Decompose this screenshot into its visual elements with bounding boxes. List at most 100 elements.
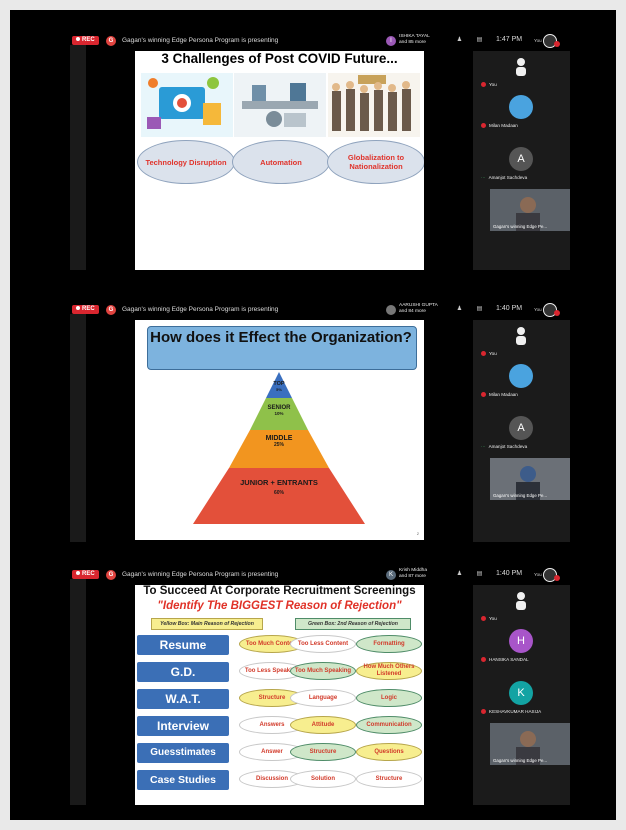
- rec-label: REC: [82, 37, 95, 43]
- row-label-interview: Interview: [137, 716, 229, 736]
- cell-guesstimates-2: Structure: [290, 743, 356, 761]
- slide-title: 3 Challenges of Post COVID Future...: [161, 51, 398, 66]
- presenting-banner: Gagan's winning Edge Persona Program is …: [122, 37, 279, 44]
- avatar: [509, 364, 533, 388]
- viewer-names: Krish Middha and 87 more: [399, 568, 427, 579]
- participant-name: Milan Madaan: [489, 392, 518, 397]
- tier-senior-label: SENIOR 10%: [254, 405, 304, 416]
- cell-wat-3: Logic: [356, 689, 422, 707]
- left-toolbar: [70, 314, 86, 542]
- presenter-video[interactable]: Gagan's winning Edge Pe...: [490, 723, 570, 765]
- rec-badge[interactable]: REC: [72, 305, 99, 314]
- participant-name: You: [489, 351, 497, 356]
- clock-time: 1:40 PM: [496, 305, 523, 312]
- technology-illustration: [141, 73, 233, 137]
- participant-name: KESHAVKUMAR HASIJA: [489, 709, 542, 714]
- more-icon: ···: [481, 444, 486, 449]
- meeting-panel-2: REC G Gagan's winning Edge Persona Progr…: [70, 302, 570, 542]
- mic-off-icon: [481, 392, 486, 398]
- chat-icon[interactable]: ▤: [474, 305, 485, 313]
- self-label: You: [534, 572, 542, 577]
- viewer-names: AARUSHI GUPTA and 84 more: [399, 303, 438, 314]
- tier-pct: 60%: [273, 490, 284, 496]
- avatar: [509, 95, 533, 119]
- presenting-banner: Gagan's winning Edge Persona Program is …: [122, 571, 279, 578]
- mic-off-icon: [481, 123, 486, 129]
- viewer-names: ISHIKA TAYAL and 85 more: [399, 34, 430, 45]
- oval-technology-disruption: Technology Disruption: [137, 140, 235, 184]
- presenter-avatar: G: [106, 36, 116, 46]
- avatar: H: [509, 629, 533, 653]
- people-icon[interactable]: ♟: [454, 305, 465, 313]
- mic-off-icon: [481, 616, 486, 622]
- shared-slide: How does it Effect the Organization? TOP…: [135, 320, 424, 540]
- self-label: You: [534, 307, 542, 312]
- participant-name: Gagan's winning Edge Pe...: [493, 758, 548, 763]
- slide-title: To Succeed At Corporate Recruitment Scre…: [143, 585, 416, 597]
- tier-name: MIDDLE: [265, 435, 293, 442]
- tier-top-label: TOP 5%: [254, 381, 304, 392]
- legend-green: Green Box: 2nd Reason of Rejection: [295, 618, 411, 630]
- presenter-video[interactable]: Gagan's winning Edge Pe...: [490, 189, 570, 231]
- pyramid-diagram: [193, 372, 365, 524]
- clock-time: 1:40 PM: [496, 570, 523, 577]
- people-icon[interactable]: ♟: [454, 36, 465, 44]
- cell-wat-2: Language: [290, 689, 356, 707]
- slide-subtitle: "Identify The BIGGEST Reason of Rejectio…: [157, 600, 402, 612]
- row-label-wat: W.A.T.: [137, 689, 229, 709]
- presenter-video[interactable]: Gagan's winning Edge Pe...: [490, 458, 570, 500]
- tier-junior-label: JUNIOR + ENTRANTS 60%: [219, 478, 339, 496]
- cell-gd-3: How Much Others Listened: [356, 662, 422, 680]
- participant-name: HANSIKA SANDAL: [489, 657, 529, 662]
- viewer-more: and 85 more: [399, 39, 426, 45]
- avatar: K: [509, 681, 533, 705]
- rec-label: REC: [82, 571, 95, 577]
- avatar: A: [509, 147, 533, 171]
- viewer-avatar: I: [386, 36, 396, 46]
- viewer-name: ISHIKA TAYAL: [399, 34, 430, 39]
- cell-resume-3: Formatting: [356, 635, 422, 653]
- left-toolbar: [70, 45, 86, 270]
- tier-middle-label: MIDDLE 25%: [244, 435, 314, 448]
- cell-resume-2: Too Less Content: [290, 635, 356, 653]
- person-icon: [516, 327, 526, 345]
- rec-badge[interactable]: REC: [72, 36, 99, 45]
- slide-number: 2: [416, 531, 419, 536]
- people-icon[interactable]: ♟: [454, 570, 465, 578]
- chat-icon[interactable]: ▤: [474, 570, 485, 578]
- participant-name: You: [489, 82, 497, 87]
- oval-globalization: Globalization to Nationalization: [327, 140, 424, 184]
- cell-case-studies-3: Structure: [356, 770, 422, 788]
- chat-icon[interactable]: ▤: [474, 36, 485, 44]
- cell-gd-2: Too Much Speaking: [290, 662, 356, 680]
- viewer-avatar: [386, 305, 396, 315]
- participants-panel: You Milan Madaan A ··· Amanjot Sachdeva G…: [473, 51, 570, 270]
- self-label: You: [534, 38, 542, 43]
- mic-off-icon: [481, 351, 486, 357]
- avatar: A: [509, 416, 533, 440]
- participants-panel: You H HANSIKA SANDAL K KESHAVKUMAR HASIJ…: [473, 585, 570, 805]
- meeting-header-right: ♟ ▤ 1:40 PM You: [446, 568, 570, 582]
- presenter-avatar: G: [106, 305, 116, 315]
- viewer-avatar: K: [386, 570, 396, 580]
- participant-name: Milan Madaan: [489, 123, 518, 128]
- row-label-resume: Resume: [137, 635, 229, 655]
- row-label-case-studies: Case Studies: [137, 770, 229, 790]
- row-label-gd: G.D.: [137, 662, 229, 682]
- meeting-header-right: ♟ ▤ 1:47 PM You: [446, 34, 570, 48]
- legend-yellow: Yellow Box: Main Reason of Rejection: [151, 618, 263, 630]
- tier-pct: 5%: [276, 387, 282, 392]
- tier-junior: [193, 468, 365, 524]
- cell-interview-3: Communication: [356, 716, 422, 734]
- cell-case-studies-2: Solution: [290, 770, 356, 788]
- cell-interview-2: Attitude: [290, 716, 356, 734]
- rec-badge[interactable]: REC: [72, 570, 99, 579]
- participant-name: Amanjot Sachdeva: [488, 175, 528, 180]
- rec-label: REC: [82, 306, 95, 312]
- meeting-panel-3: REC G Gagan's winning Edge Persona Progr…: [70, 567, 570, 805]
- participant-name: Amanjot Sachdeva: [488, 444, 528, 449]
- mic-off-icon: [554, 575, 560, 581]
- presenter-avatar: G: [106, 570, 116, 580]
- shared-slide: 3 Challenges of Post COVID Future... Tec…: [135, 51, 424, 270]
- mic-off-icon: [481, 709, 486, 715]
